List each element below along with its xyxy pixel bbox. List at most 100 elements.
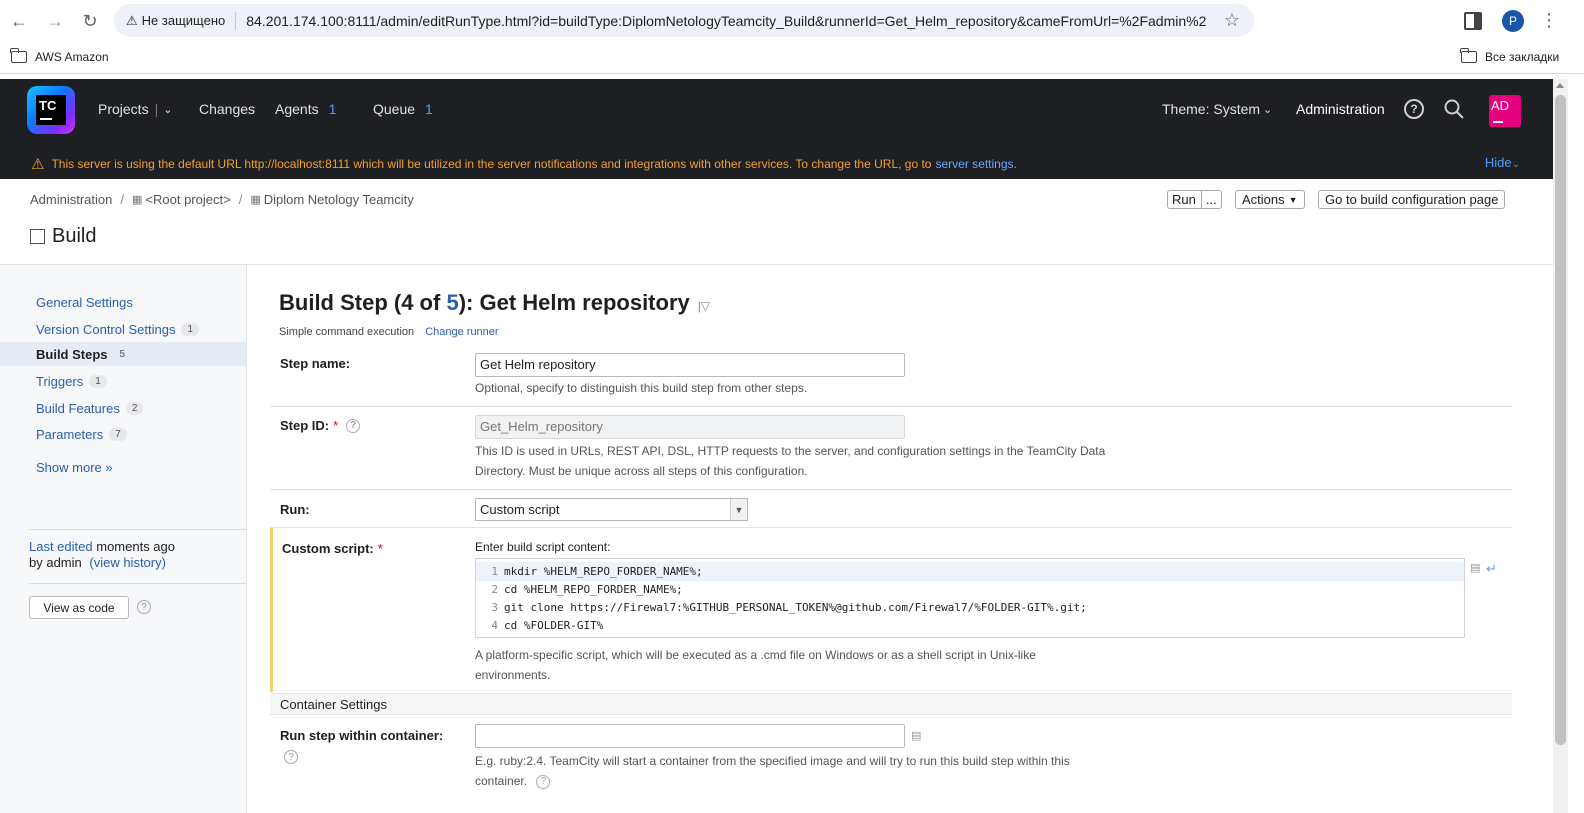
step-name-input[interactable]: Get Helm repository	[475, 353, 905, 377]
reload-icon[interactable]: ↻	[79, 10, 101, 32]
container-image-input[interactable]	[475, 724, 905, 748]
help-icon[interactable]: ?	[536, 774, 551, 789]
sidebar-item-build-steps[interactable]: Build Steps 5	[0, 342, 246, 366]
nav-agents-label: Agents	[275, 101, 319, 117]
help-icon[interactable]: ?	[137, 600, 151, 614]
view-as-code-button[interactable]: View as code	[29, 596, 129, 619]
change-runner-link[interactable]: Change runner	[425, 326, 498, 338]
show-more-link[interactable]: Show more »	[0, 455, 246, 479]
container-label: Run step within container:	[280, 728, 443, 743]
steps-total-link[interactable]: 5	[446, 290, 458, 316]
code-text: git clone https://Firewal7:%GITHUB_PERSO…	[504, 601, 1087, 614]
warning-icon[interactable]: ⚠	[126, 13, 138, 29]
view-history-link[interactable]: (view history)	[89, 555, 166, 570]
browser-toolbar: ← → ↻ ⚠ Не защищено 84.201.174.100:8111/…	[0, 0, 1584, 44]
project-icon: ▦	[250, 194, 261, 206]
sidebar-item-vcs-settings[interactable]: Version Control Settings 1	[0, 317, 246, 341]
queue-count: 1	[425, 101, 433, 117]
side-panel-icon[interactable]	[1464, 12, 1482, 30]
address-bar[interactable]: ⚠ Не защищено 84.201.174.100:8111/admin/…	[114, 4, 1254, 37]
nav-changes[interactable]: Changes	[199, 101, 255, 117]
sidebar-item-label: Parameters	[36, 426, 104, 442]
custom-script-label: Custom script: *	[282, 541, 383, 556]
scroll-thumb[interactable]	[1555, 95, 1566, 745]
container-hint: E.g. ruby:2.4. TeamCity will start a con…	[475, 751, 1105, 791]
nav-administration[interactable]: Administration	[1296, 101, 1385, 117]
run-more-label[interactable]: ...	[1206, 192, 1217, 207]
count-badge: 5	[119, 348, 126, 360]
back-icon[interactable]: ←	[8, 10, 30, 32]
help-icon[interactable]: ?	[346, 418, 361, 433]
help-icon[interactable]: ?	[284, 750, 298, 764]
row-divider	[270, 406, 1512, 407]
last-edited-link[interactable]: Last edited	[29, 539, 93, 554]
sidebar-item-build-features[interactable]: Build Features 2	[0, 396, 246, 420]
runner-info: Simple command execution Change runner	[279, 326, 499, 338]
hide-banner-button[interactable]: Hide⌄	[1485, 155, 1520, 170]
runner-type: Simple command execution	[279, 326, 415, 338]
browser-menu-icon[interactable]: ⋮	[1540, 10, 1558, 30]
sidebar-item-general-settings[interactable]: General Settings	[0, 290, 246, 314]
server-settings-link[interactable]: server settings	[935, 157, 1013, 171]
step-id-input[interactable]: Get_Helm_repository	[475, 415, 905, 439]
nav-projects[interactable]: Projects | ⌄	[98, 101, 172, 117]
security-label[interactable]: Не защищено	[142, 13, 226, 28]
container-settings-header: Container Settings	[270, 693, 1512, 715]
nav-separator: |	[154, 101, 159, 117]
server-url-warning: ⚠ This server is using the default URL h…	[0, 149, 1553, 179]
expand-editor-icon[interactable]: ▤	[1470, 561, 1480, 574]
label-text: Run:	[280, 502, 310, 517]
url-text[interactable]: 84.201.174.100:8111/admin/editRunType.ht…	[246, 13, 1206, 29]
page-scrollbar[interactable]	[1553, 79, 1568, 813]
show-more-label: Show more »	[36, 459, 113, 475]
run-button[interactable]: Run ...	[1167, 190, 1222, 209]
sidebar-item-triggers[interactable]: Triggers 1	[0, 369, 246, 393]
code-line[interactable]: 3 git clone https://Firewal7:%GITHUB_PER…	[476, 598, 1464, 617]
teamcity-logo[interactable]: TC	[27, 86, 75, 134]
nav-agents[interactable]: Agents 1	[275, 101, 336, 117]
section-title: Container Settings	[280, 697, 387, 712]
expand-field-icon[interactable]: ▤	[911, 729, 921, 742]
project-icon: ▦	[132, 194, 143, 206]
bookmark-aws[interactable]: AWS Amazon	[10, 48, 109, 64]
nav-queue[interactable]: Queue 1	[373, 101, 433, 117]
label-text: Custom script:	[282, 541, 374, 556]
breadcrumb-root-project[interactable]: <Root project>	[145, 192, 230, 207]
profile-avatar[interactable]: P	[1502, 10, 1524, 32]
code-line[interactable]: 1 mkdir %HELM_REPO_FORDER_NAME%;	[476, 562, 1464, 581]
user-avatar[interactable]: AD	[1489, 95, 1521, 127]
last-edited-time: moments ago	[96, 539, 175, 554]
breadcrumb: Administration / ▦ <Root project> / ▦ Di…	[30, 192, 414, 207]
run-type-select[interactable]: Custom script ▼	[475, 498, 748, 521]
help-icon[interactable]: ?	[1404, 99, 1424, 119]
all-bookmarks[interactable]: Все закладки	[1460, 48, 1559, 64]
goto-build-config-button[interactable]: Go to build configuration page	[1318, 190, 1506, 209]
step-menu-dropdown-icon[interactable]: |▽	[698, 299, 710, 313]
script-editor[interactable]: 1 mkdir %HELM_REPO_FORDER_NAME%; 2 cd %H…	[475, 558, 1465, 638]
actions-button[interactable]: Actions ▼	[1235, 190, 1305, 209]
bookmark-star-icon[interactable]: ☆	[1224, 10, 1240, 31]
theme-selector[interactable]: Theme: System ⌄	[1162, 101, 1272, 117]
page-title: Build	[30, 225, 96, 248]
sidebar-item-parameters[interactable]: Parameters 7	[0, 422, 246, 446]
code-line[interactable]: 4 cd %FOLDER-GIT%	[476, 616, 1464, 635]
forward-icon[interactable]: →	[44, 10, 66, 32]
sidebar-divider	[29, 583, 246, 584]
label-text: Step ID:	[280, 418, 330, 433]
sidebar-item-label: General Settings	[36, 294, 133, 310]
search-icon[interactable]	[1443, 98, 1465, 120]
breadcrumb-project[interactable]: Diplom Netology Teamcity	[264, 192, 414, 207]
breadcrumb-administration[interactable]: Administration	[30, 192, 112, 207]
build-config-icon	[30, 229, 45, 244]
script-hint: A platform-specific script, which will b…	[475, 648, 1036, 682]
banner-end: .	[1013, 157, 1017, 171]
nav-changes-label: Changes	[199, 101, 256, 117]
code-line[interactable]: 2 cd %HELM_REPO_FORDER_NAME%;	[476, 580, 1464, 599]
word-wrap-icon[interactable]: ↵	[1486, 561, 1497, 577]
sidebar-item-label: Triggers	[36, 373, 84, 389]
run-label: Run:	[280, 502, 310, 517]
theme-label: Theme: System	[1162, 101, 1261, 117]
scroll-up-icon[interactable]	[1556, 83, 1564, 88]
count-badge: 2	[125, 401, 144, 415]
bookmark-label: AWS Amazon	[35, 50, 109, 64]
